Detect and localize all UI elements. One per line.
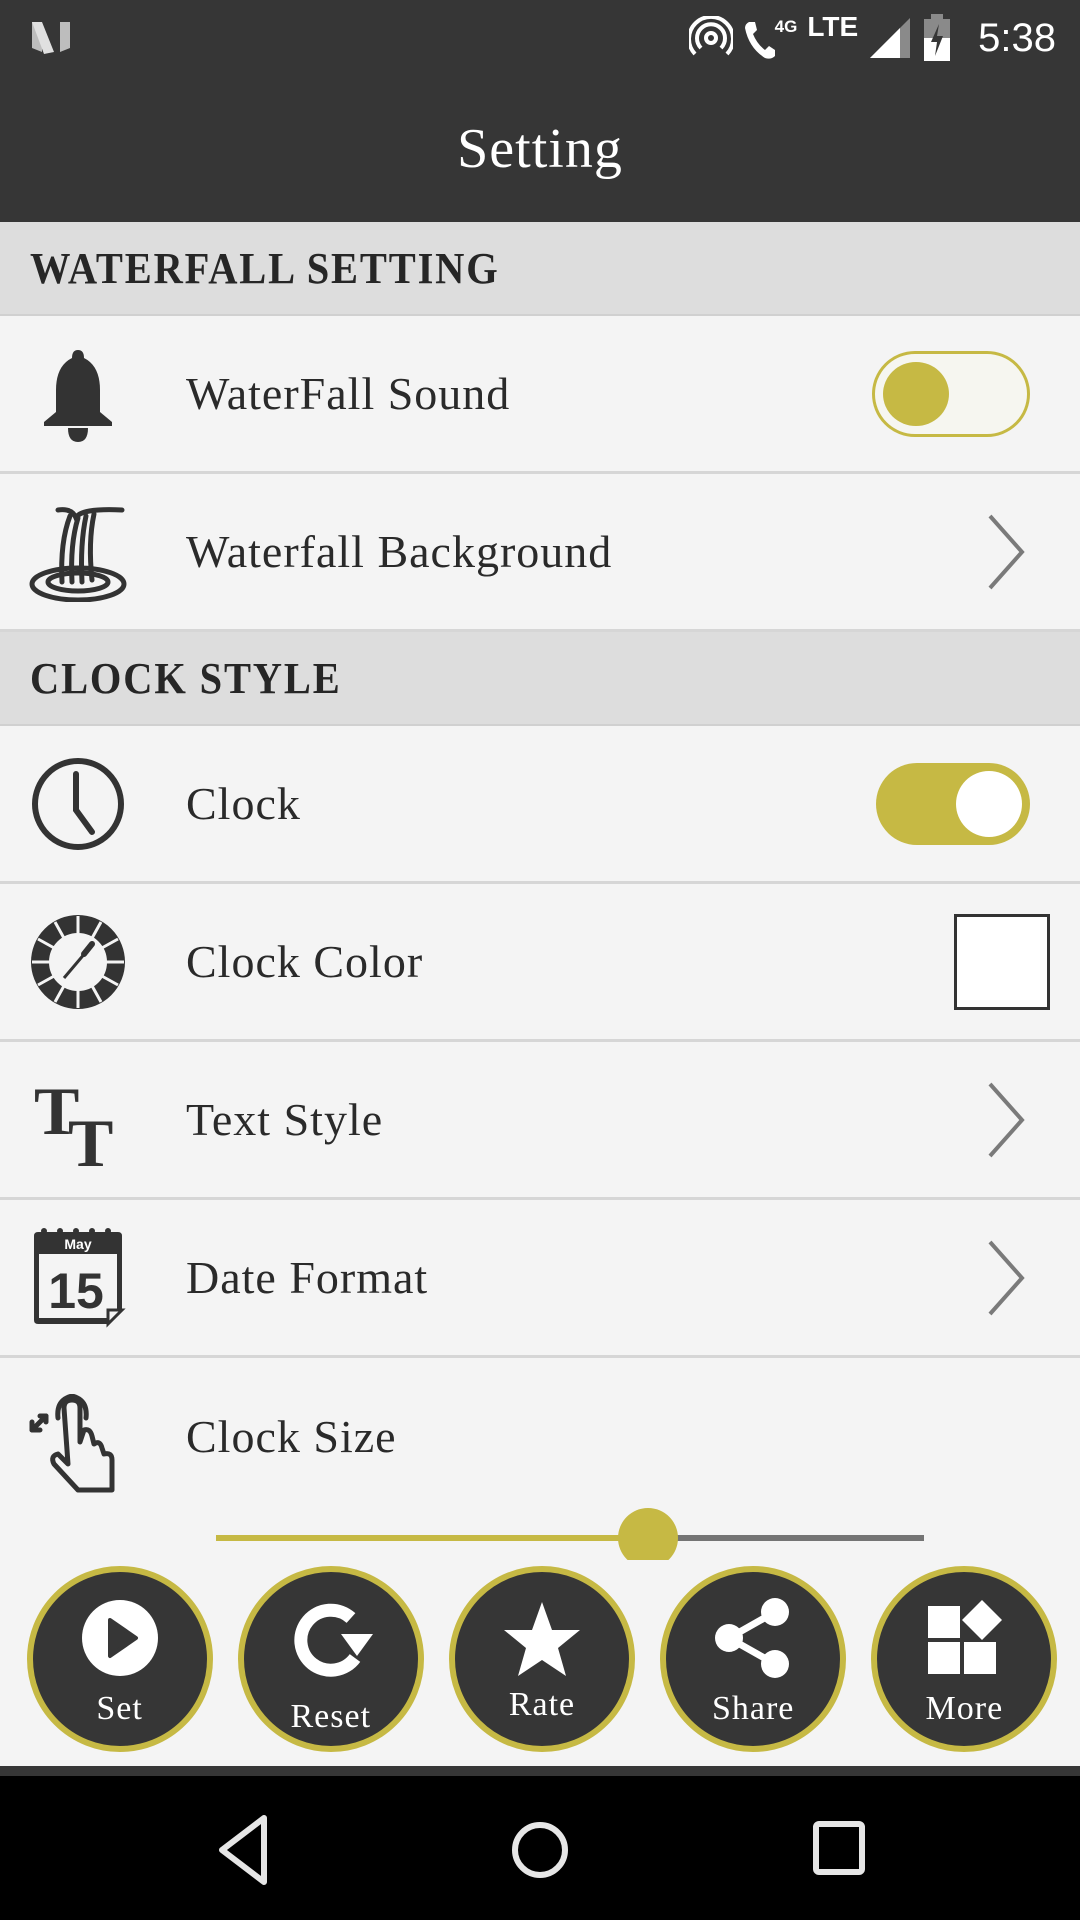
text-style-icon: T T	[28, 1070, 128, 1170]
svg-text:T: T	[68, 1105, 113, 1168]
back-icon[interactable]	[206, 1812, 286, 1888]
action-label: Reset	[290, 1698, 372, 1735]
more-apps-icon	[928, 1600, 1003, 1674]
action-label: Rate	[508, 1686, 576, 1723]
section-title: WATERFALL SETTING	[30, 243, 500, 293]
bell-icon	[28, 344, 128, 444]
setting-label: Waterfall Background	[186, 526, 613, 577]
calendar-day-text: 15	[48, 1263, 104, 1319]
system-nav-bar	[0, 1776, 1080, 1920]
slider-fill	[216, 1535, 648, 1541]
home-icon[interactable]	[500, 1812, 580, 1888]
chevron-right-icon[interactable]	[986, 1082, 1026, 1158]
clock-size-slider[interactable]	[216, 1508, 924, 1568]
setting-label: WaterFall Sound	[186, 368, 511, 419]
setting-clock-size: Clock Size	[0, 1358, 1080, 1574]
star-icon	[503, 1602, 580, 1676]
share-button[interactable]: Share	[660, 1566, 847, 1752]
setting-clock[interactable]: Clock	[0, 726, 1080, 884]
setting-text-style[interactable]: T T Text Style	[0, 1042, 1080, 1200]
hotspot-icon	[688, 16, 733, 56]
setting-label: Clock	[186, 778, 301, 829]
rate-button[interactable]: Rate	[448, 1566, 635, 1752]
setting-date-format[interactable]: May 15 Date Format	[0, 1200, 1080, 1358]
setting-label: Text Style	[186, 1094, 384, 1145]
bottom-divider	[0, 1766, 1080, 1776]
action-label: Share	[711, 1690, 795, 1727]
action-bar: Set Reset Rate Share More	[0, 1560, 1080, 1766]
refresh-icon	[294, 1603, 373, 1677]
n-logo-icon	[32, 22, 70, 54]
calendar-icon: May 15	[28, 1227, 128, 1328]
setting-waterfall-background[interactable]: Waterfall Background	[0, 474, 1080, 632]
resize-gesture-icon	[28, 1393, 128, 1494]
status-bar: 4G LTE 5:38	[0, 0, 1080, 76]
chevron-right-icon[interactable]	[986, 514, 1026, 590]
recents-icon[interactable]	[800, 1812, 880, 1888]
status-time: 5:38	[978, 15, 1056, 60]
toggle-knob	[883, 361, 949, 426]
page-title: Setting	[457, 118, 623, 180]
waterfall-icon	[28, 502, 128, 602]
section-header-clock-style: CLOCK STYLE	[0, 632, 1080, 726]
call-badge: 4G	[774, 17, 798, 36]
slider-thumb[interactable]	[617, 1508, 678, 1568]
color-picker-icon	[28, 912, 128, 1012]
setting-clock-color[interactable]: Clock Color	[0, 884, 1080, 1042]
settings-list: WATERFALL SETTING WaterFall Sound Waterf…	[0, 222, 1080, 1574]
waterfall-sound-toggle[interactable]	[872, 350, 1030, 437]
setting-label: Clock Color	[186, 936, 424, 987]
calendar-month-text: May	[64, 1236, 91, 1252]
set-button[interactable]: Set	[26, 1566, 213, 1752]
network-label: LTE	[807, 11, 859, 42]
clock-toggle[interactable]	[876, 762, 1030, 845]
wifi-calling-icon	[744, 22, 775, 59]
reset-button[interactable]: Reset	[237, 1566, 424, 1752]
action-label: More	[925, 1690, 1004, 1727]
setting-waterfall-sound[interactable]: WaterFall Sound	[0, 316, 1080, 474]
more-button[interactable]: More	[871, 1566, 1058, 1752]
app-bar: Setting	[0, 76, 1080, 222]
action-label: Set	[96, 1690, 143, 1727]
setting-label: Clock Size	[186, 1411, 397, 1462]
section-header-waterfall: WATERFALL SETTING	[0, 222, 1080, 316]
toggle-knob	[956, 770, 1022, 837]
clock-icon	[28, 754, 128, 854]
battery-charging-icon	[924, 14, 951, 61]
setting-label: Date Format	[186, 1252, 429, 1303]
share-icon	[715, 1598, 790, 1678]
section-title: CLOCK STYLE	[30, 653, 342, 703]
clock-color-swatch[interactable]	[954, 913, 1050, 1010]
signal-icon	[870, 18, 911, 58]
play-icon	[81, 1600, 158, 1676]
chevron-right-icon[interactable]	[986, 1240, 1026, 1316]
